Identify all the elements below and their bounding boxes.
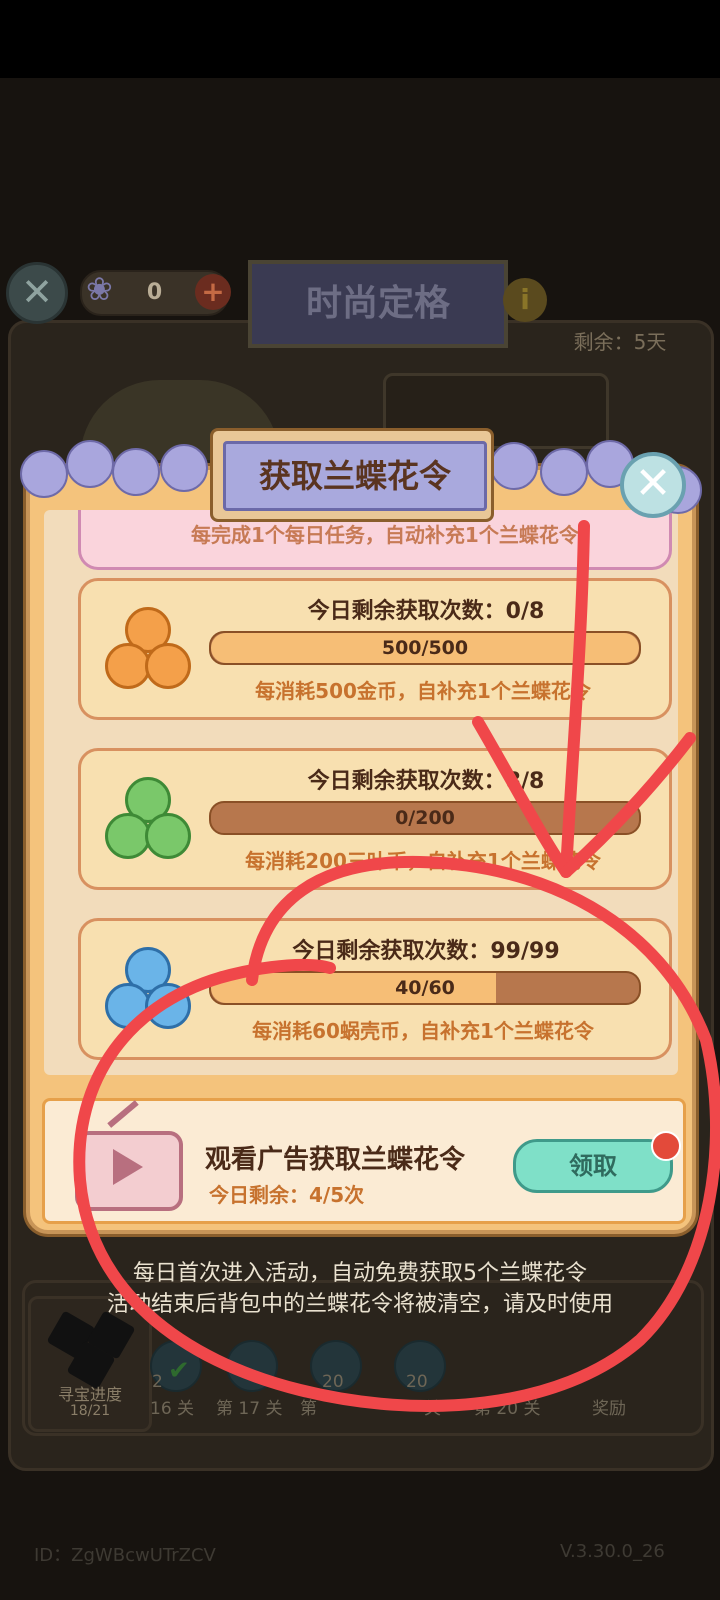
remaining-days: 剩余：5天	[573, 330, 667, 354]
level-label: 第	[300, 1399, 317, 1419]
tv-play-icon	[75, 1131, 183, 1211]
level-label: 第 17 关	[216, 1399, 283, 1419]
snail-card-title: 今日剩余获取次数：99/99	[292, 939, 560, 964]
watch-ad-remaining: 今日剩余：4/5次	[209, 1183, 365, 1207]
checkmark-icon: ✔	[168, 1356, 190, 1386]
watch-ad-title: 观看广告获取兰蝶花令	[205, 1145, 466, 1175]
level-label: 第 20 关	[474, 1399, 541, 1419]
gold-card-subtitle: 每消耗500金币，自补充1个兰蝶花令	[255, 679, 591, 703]
clover-coin-icon	[105, 777, 195, 867]
dialog-scroll-area[interactable]: 每完成1个每日任务，自动补充1个兰蝶花令 今日剩余获取次数：0/8 500/50…	[44, 510, 678, 1075]
clover-coin-card[interactable]: 今日剩余获取次数：8/8 0/200 每消耗200三叶币，自补充1个兰蝶花令	[78, 748, 672, 890]
daily-task-text: 每完成1个每日任务，自动补充1个兰蝶花令	[191, 523, 579, 547]
watch-ad-row: 观看广告获取兰蝶花令 今日剩余：4/5次 领取	[42, 1098, 686, 1224]
gold-card-title: 今日剩余获取次数：0/8	[307, 599, 545, 624]
back-close-icon[interactable]: ✕	[6, 262, 68, 324]
snail-progress-bar: 40/60	[209, 971, 641, 1005]
info-icon[interactable]: i	[503, 278, 547, 322]
flower-icon	[540, 448, 588, 496]
dialog-title: 获取兰蝶花令	[258, 457, 451, 495]
level-icon-number: 20	[322, 1372, 344, 1392]
get-token-dialog: 每完成1个每日任务，自动补充1个兰蝶花令 今日剩余获取次数：0/8 500/50…	[26, 466, 696, 1234]
level-label: 16 关	[150, 1399, 195, 1419]
level-label: 奖励	[592, 1399, 626, 1419]
notice-line-2: 活动结束后背包中的兰蝶花令将被清空，请及时使用	[106, 1292, 613, 1317]
currency-counter: ❀ 0 +	[80, 270, 231, 316]
dialog-title-plate: 获取兰蝶花令	[210, 428, 494, 522]
gold-coin-card[interactable]: 今日剩余获取次数：0/8 500/500 每消耗500金币，自补充1个兰蝶花令	[78, 578, 672, 720]
snail-progress-label: 40/60	[395, 977, 455, 999]
version-label: V.3.30.0_26	[560, 1541, 665, 1562]
snail-coin-card[interactable]: 今日剩余获取次数：99/99 40/60 每消耗60蜗壳币，自补充1个兰蝶花令	[78, 918, 672, 1060]
flower-icon	[20, 450, 68, 498]
gold-coin-icon	[105, 607, 195, 697]
clover-progress-bar: 0/200	[209, 801, 641, 835]
flower-icon	[112, 448, 160, 496]
flower-icon	[490, 442, 538, 490]
event-notice: 每日首次进入活动，自动免费获取5个兰蝶花令 活动结束后背包中的兰蝶花令将被清空，…	[40, 1258, 680, 1320]
clover-progress-label: 0/200	[395, 807, 455, 829]
snail-card-subtitle: 每消耗60蜗壳币，自补充1个兰蝶花令	[252, 1019, 594, 1043]
flower-icon	[66, 440, 114, 488]
snail-shell-coin-icon	[105, 947, 195, 1037]
add-currency-button[interactable]: +	[195, 274, 231, 310]
treasure-progress-label: 寻宝进度	[57, 1385, 122, 1404]
clover-card-subtitle: 每消耗200三叶币，自补充1个兰蝶花令	[245, 849, 601, 873]
level-icon-number: 20	[406, 1372, 428, 1392]
player-id: ID：ZgWBcwUTrZCV	[34, 1545, 216, 1566]
clover-card-title: 今日剩余获取次数：8/8	[307, 769, 545, 794]
event-title: 时尚定格	[248, 260, 508, 348]
gold-progress-bar: 500/500	[209, 631, 641, 665]
tv-antenna-icon	[107, 1100, 139, 1128]
level-label: 关	[424, 1399, 441, 1419]
close-dialog-icon[interactable]: ✕	[620, 452, 686, 518]
notification-dot-icon	[651, 1131, 681, 1161]
level-icon-number: 2	[152, 1372, 163, 1392]
notice-line-1: 每日首次进入活动，自动免费获取5个兰蝶花令	[133, 1261, 587, 1286]
treasure-progress-count: 18/21	[69, 1403, 111, 1419]
level-icon	[226, 1340, 278, 1392]
flower-icon	[160, 444, 208, 492]
claim-button[interactable]: 领取	[513, 1139, 673, 1193]
gold-progress-label: 500/500	[381, 637, 469, 659]
